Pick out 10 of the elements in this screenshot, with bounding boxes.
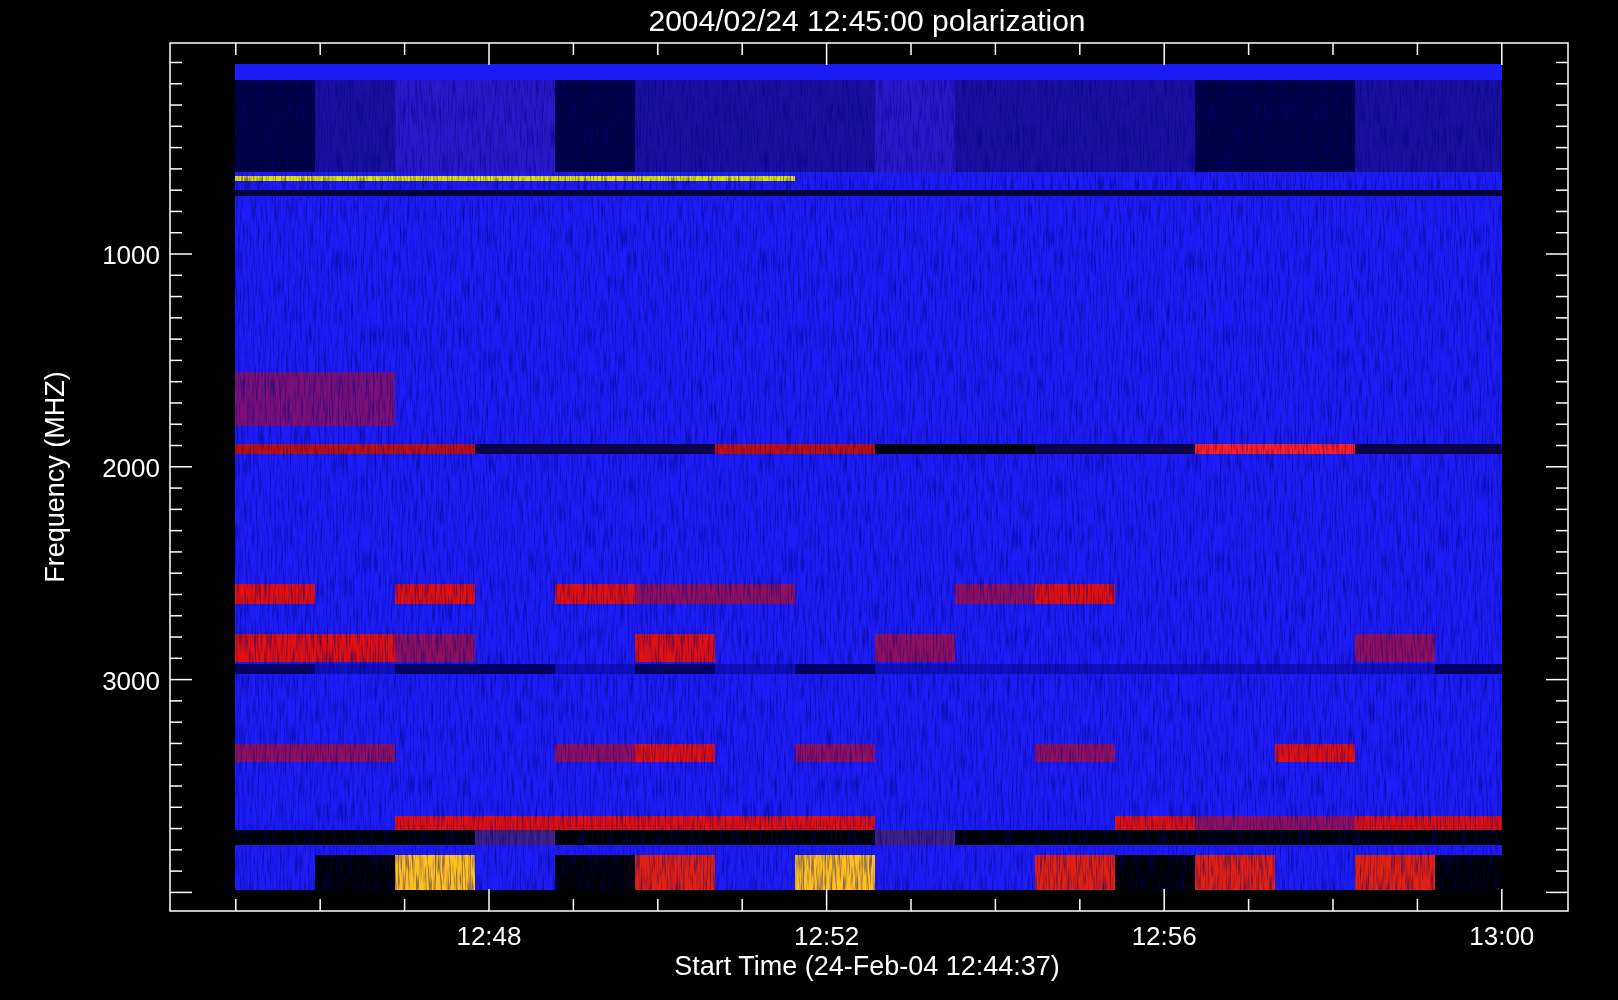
y-axis-label: Frequency (MHZ) [40,371,70,583]
x-tick-label: 13:00 [1469,921,1535,951]
x-tick-label: 12:52 [794,921,860,951]
x-tick-label: 12:48 [456,921,522,951]
y-tick-label: 1000 [102,240,160,270]
x-axis-label: Start Time (24-Feb-04 12:44:37) [674,951,1060,981]
y-tick-label: 2000 [102,452,160,483]
plot-title: 2004/02/24 12:45:00 polarization [648,4,1086,37]
x-tick-label: 12:56 [1131,921,1197,951]
y-tick-label: 3000 [102,665,160,696]
